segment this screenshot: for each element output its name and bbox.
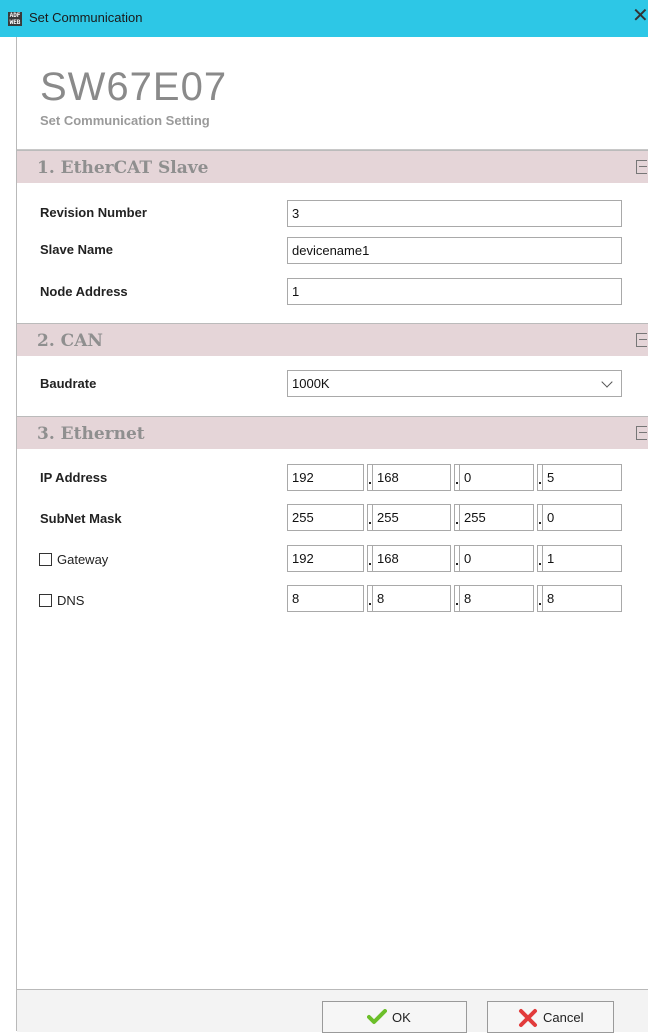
baudrate-value: 1000K [292,376,330,391]
dns-octet-2[interactable]: 8 [372,585,451,612]
gateway-octet-3[interactable]: 0 [459,545,534,572]
dns-checkbox[interactable] [39,594,52,607]
app-logo-icon: ADF WEB [8,12,22,26]
red-x-icon [519,1009,537,1027]
window-title: Set Communication [29,10,143,25]
node-address-label: Node Address [40,284,128,299]
dns-octet-3[interactable]: 8 [459,585,534,612]
check-icon [367,1009,387,1024]
gateway-octet-1[interactable]: 192 [287,545,364,572]
section-ethercat-header[interactable]: 1. EtherCAT Slave [17,150,648,183]
slave-name-input[interactable]: devicename1 [287,237,622,264]
collapse-icon[interactable] [636,160,647,174]
dns-label: DNS [57,593,85,608]
gateway-octet-4[interactable]: 1 [542,545,622,572]
ip-octet-2[interactable]: 168 [372,464,451,491]
revision-number-input[interactable]: 3 [287,200,622,227]
gateway-checkbox[interactable] [39,553,52,566]
window-titlebar: ADF WEB Set Communication ✕ [0,0,648,37]
subnet-octet-4[interactable]: 0 [542,504,622,531]
subnet-octet-3[interactable]: 255 [459,504,534,531]
revision-number-label: Revision Number [40,205,147,220]
section-title: 3. Ethernet [37,424,145,444]
slave-name-label: Slave Name [40,242,113,257]
collapse-icon[interactable] [636,426,647,440]
dialog-body: SW67E07 Set Communication Setting 1. Eth… [16,37,648,1033]
section-title: 2. CAN [37,331,103,351]
baudrate-label: Baudrate [40,376,97,391]
cancel-button[interactable]: Cancel [487,1001,614,1033]
baudrate-select[interactable]: 1000K [287,370,622,397]
ip-octet-3[interactable]: 0 [459,464,534,491]
ip-address-label: IP Address [40,470,108,485]
ok-button[interactable]: OK [322,1001,467,1033]
section-ethernet-header[interactable]: 3. Ethernet [17,416,648,449]
dns-octet-1[interactable]: 8 [287,585,364,612]
cancel-label: Cancel [543,1010,584,1025]
subnet-octet-2[interactable]: 255 [372,504,451,531]
ok-label: OK [392,1010,411,1025]
ip-octet-4[interactable]: 5 [542,464,622,491]
collapse-icon[interactable] [636,333,647,347]
section-title: 1. EtherCAT Slave [37,158,209,178]
dialog-footer: OK Cancel [17,989,648,1033]
page-subtitle: Set Communication Setting [40,113,210,128]
gateway-label: Gateway [57,552,109,567]
dns-octet-4[interactable]: 8 [542,585,622,612]
page-title: SW67E07 [40,65,228,109]
section-can-header[interactable]: 2. CAN [17,323,648,356]
subnet-mask-label: SubNet Mask [40,511,122,526]
close-icon[interactable]: ✕ [632,6,648,26]
subnet-octet-1[interactable]: 255 [287,504,364,531]
node-address-input[interactable]: 1 [287,278,622,305]
chevron-down-icon [601,376,613,388]
gateway-octet-2[interactable]: 168 [372,545,451,572]
ip-octet-1[interactable]: 192 [287,464,364,491]
